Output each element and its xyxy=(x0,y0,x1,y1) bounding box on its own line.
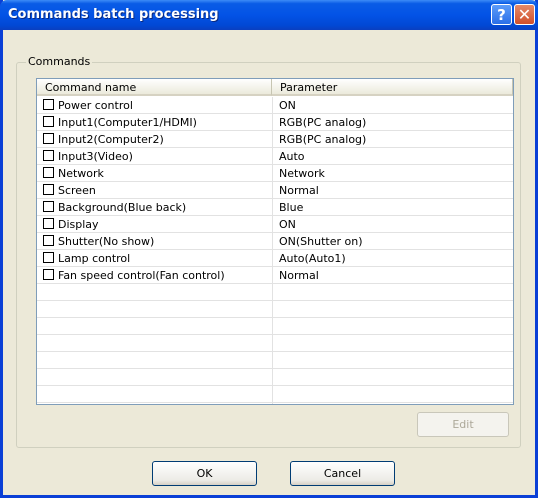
row-checkbox[interactable] xyxy=(43,167,54,178)
list-item[interactable]: Display ON xyxy=(37,216,513,233)
row-checkbox[interactable] xyxy=(43,269,54,280)
command-name-cell: Screen xyxy=(58,184,96,197)
row-checkbox[interactable] xyxy=(43,218,54,229)
row-checkbox[interactable] xyxy=(43,150,54,161)
list-item[interactable]: Input2(Computer2) RGB(PC analog) xyxy=(37,131,513,148)
parameter-cell: ON xyxy=(279,218,296,231)
command-name-cell: Background(Blue back) xyxy=(58,201,187,214)
list-item[interactable]: Input3(Video) Auto xyxy=(37,148,513,165)
close-icon[interactable]: ✕ xyxy=(514,4,535,25)
command-name-cell: Network xyxy=(58,167,104,180)
parameter-cell: Blue xyxy=(279,201,304,214)
parameter-cell: Network xyxy=(279,167,325,180)
commands-group-label: Commands xyxy=(26,55,93,68)
command-name-cell: Fan speed control(Fan control) xyxy=(58,269,225,282)
empty-list-row xyxy=(37,352,513,369)
edit-button[interactable]: Edit xyxy=(417,412,509,437)
row-checkbox[interactable] xyxy=(43,184,54,195)
command-name-cell: Shutter(No show) xyxy=(58,235,155,248)
commands-list[interactable]: Command name Parameter Power control ON In… xyxy=(36,78,514,405)
parameter-cell: RGB(PC analog) xyxy=(279,116,367,129)
command-name-cell: Input2(Computer2) xyxy=(58,133,164,146)
column-header-command-name[interactable]: Command name xyxy=(37,79,272,96)
command-name-cell: Power control xyxy=(58,99,133,112)
parameter-cell: Normal xyxy=(279,184,319,197)
title-bar[interactable]: Commands batch processing ? ✕ xyxy=(0,0,538,30)
list-item[interactable]: Shutter(No show) ON(Shutter on) xyxy=(37,233,513,250)
command-name-cell: Lamp control xyxy=(58,252,131,265)
row-checkbox[interactable] xyxy=(43,99,54,110)
list-item[interactable]: Fan speed control(Fan control) Normal xyxy=(37,267,513,284)
command-name-cell: Input1(Computer1/HDMI) xyxy=(58,116,197,129)
list-item[interactable]: Lamp control Auto(Auto1) xyxy=(37,250,513,267)
parameter-cell: ON xyxy=(279,99,296,112)
parameter-cell: ON(Shutter on) xyxy=(279,235,363,248)
empty-list-row xyxy=(37,369,513,386)
parameter-cell: Auto xyxy=(279,150,305,163)
ok-button[interactable]: OK xyxy=(152,461,257,486)
empty-list-row xyxy=(37,301,513,318)
list-header: Command name Parameter xyxy=(37,79,513,97)
row-checkbox[interactable] xyxy=(43,201,54,212)
empty-list-row xyxy=(37,318,513,335)
command-name-cell: Input3(Video) xyxy=(58,150,133,163)
list-item[interactable]: Network Network xyxy=(37,165,513,182)
parameter-cell: RGB(PC analog) xyxy=(279,133,367,146)
list-item[interactable]: Input1(Computer1/HDMI) RGB(PC analog) xyxy=(37,114,513,131)
column-header-parameter[interactable]: Parameter xyxy=(272,79,513,96)
cancel-button[interactable]: Cancel xyxy=(290,461,395,486)
empty-list-row xyxy=(37,335,513,352)
parameter-cell: Auto(Auto1) xyxy=(279,252,346,265)
row-checkbox[interactable] xyxy=(43,133,54,144)
list-item[interactable]: Power control ON xyxy=(37,97,513,114)
command-name-cell: Display xyxy=(58,218,99,231)
list-item[interactable]: Background(Blue back) Blue xyxy=(37,199,513,216)
window-title: Commands batch processing xyxy=(8,7,219,22)
parameter-cell: Normal xyxy=(279,269,319,282)
empty-list-row xyxy=(37,386,513,403)
empty-list-row xyxy=(37,284,513,301)
list-item[interactable]: Screen Normal xyxy=(37,182,513,199)
row-checkbox[interactable] xyxy=(43,252,54,263)
row-checkbox[interactable] xyxy=(43,116,54,127)
row-checkbox[interactable] xyxy=(43,235,54,246)
help-icon[interactable]: ? xyxy=(491,4,512,25)
